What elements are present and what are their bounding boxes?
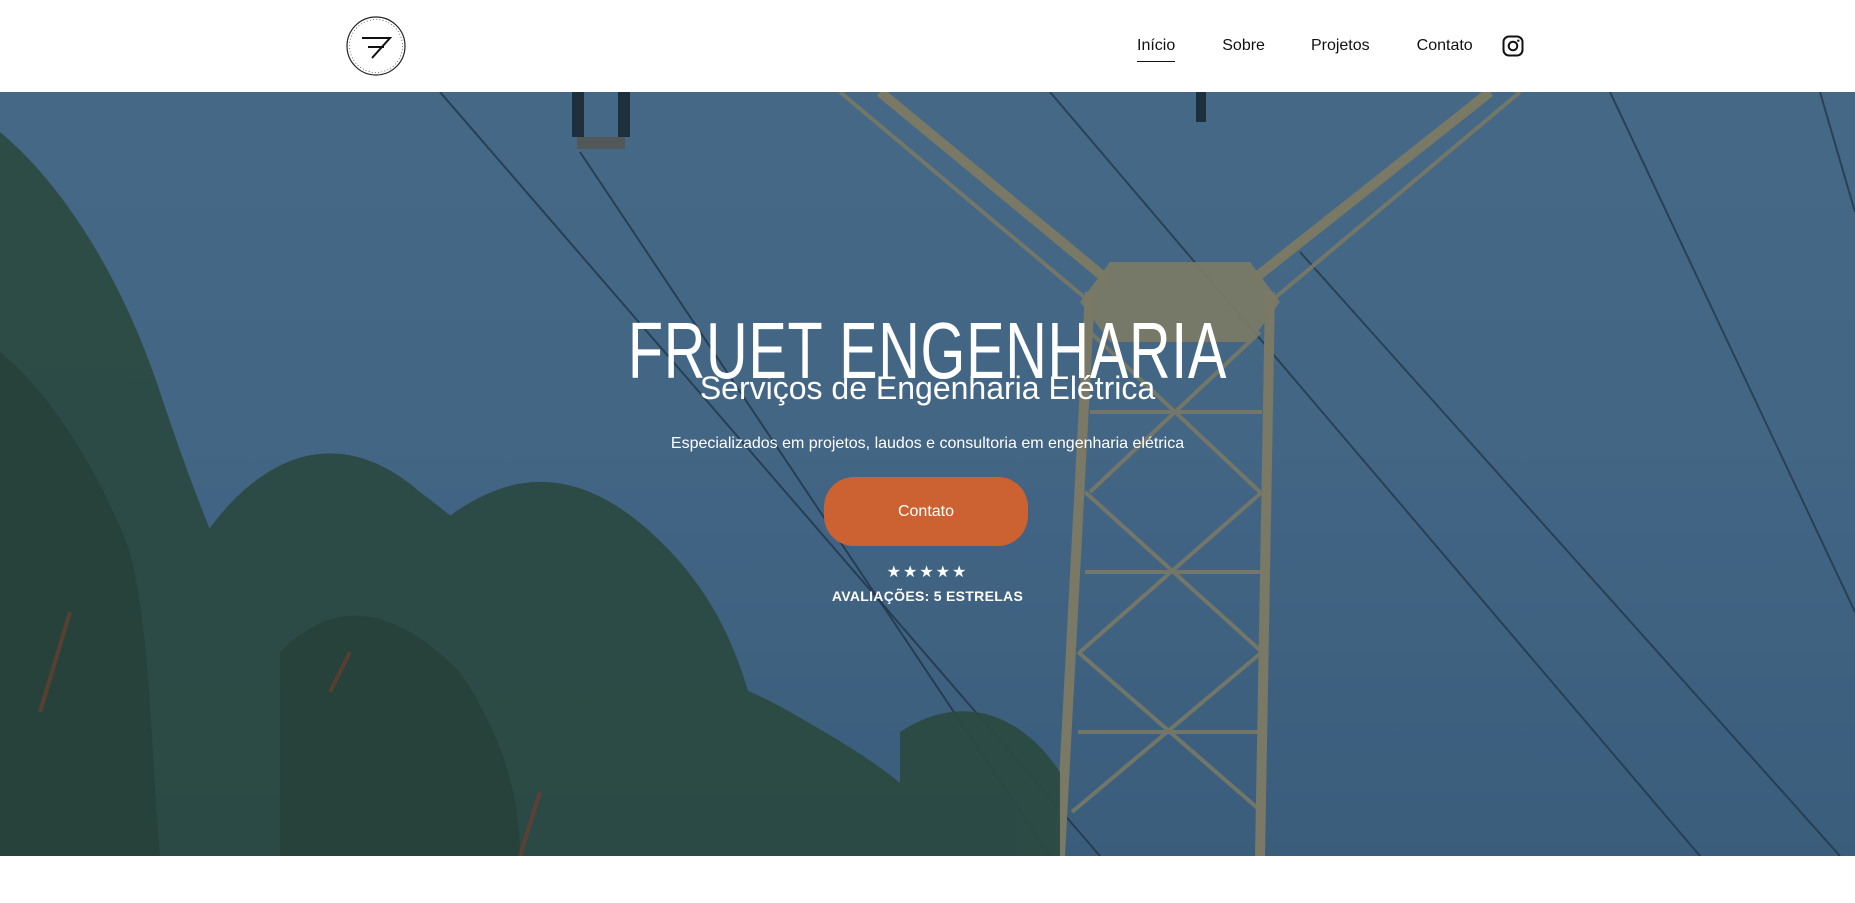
site-header: Início Sobre Projetos Contato: [0, 0, 1855, 92]
nav-item-contato[interactable]: Contato: [1417, 36, 1473, 56]
instagram-icon[interactable]: [1502, 35, 1524, 57]
hero-description: Especializados em projetos, laudos e con…: [670, 435, 1185, 452]
hero-overlay: [0, 92, 1855, 856]
nav-item-inicio[interactable]: Início: [1137, 36, 1176, 62]
hero-subtitle: Serviços de Engenharia Elétrica: [699, 370, 1156, 406]
main-nav: Início Sobre Projetos Contato: [1137, 0, 1524, 92]
rating-stars: ★★★★★: [886, 564, 969, 581]
nav-item-sobre[interactable]: Sobre: [1222, 36, 1265, 56]
hero-section: FRUET ENGENHARIA Serviços de Engenharia …: [0, 92, 1855, 856]
nav-item-projetos[interactable]: Projetos: [1311, 36, 1370, 56]
contact-button[interactable]: Contato: [824, 477, 1028, 546]
rating-label: AVALIAÇÕES: 5 ESTRELAS: [831, 588, 1024, 604]
company-logo[interactable]: [346, 16, 406, 76]
